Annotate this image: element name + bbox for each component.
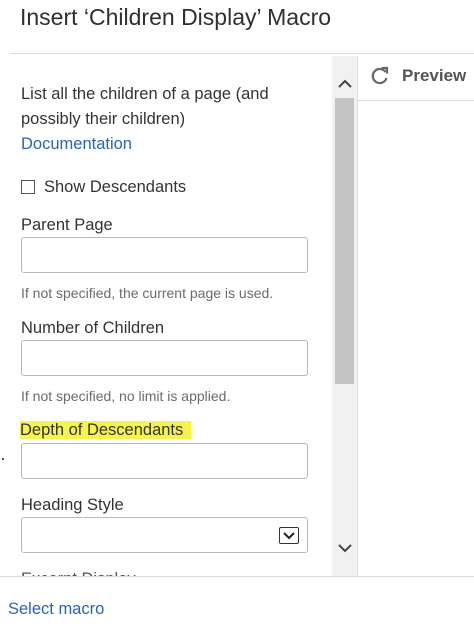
scroll-down-icon[interactable] [336, 539, 354, 557]
heading-style-label: Heading Style [21, 496, 124, 514]
dialog-title: Insert ‘Children Display’ Macro [20, 4, 332, 30]
form-scrollbar[interactable] [332, 56, 358, 576]
footer-divider [0, 576, 474, 577]
parent-page-label: Parent Page [21, 216, 113, 234]
excerpt-display-label: Excerpt Display [21, 568, 136, 576]
parent-page-hint: If not specified, the current page is us… [21, 285, 274, 301]
select-macro-link[interactable]: Select macro [8, 600, 104, 619]
stray-dot [2, 458, 4, 460]
header-divider [10, 53, 474, 54]
preview-pane-header: Preview [358, 56, 474, 101]
scrollbar-thumb[interactable] [335, 98, 354, 384]
depth-of-descendants-highlight: Depth of Descendants [20, 421, 192, 439]
macro-description: List all the children of a page (and pos… [21, 85, 269, 128]
number-of-children-input[interactable] [21, 340, 308, 376]
preview-label: Preview [402, 66, 467, 85]
scroll-up-icon[interactable] [336, 74, 354, 92]
chevron-down-icon[interactable] [279, 527, 299, 544]
show-descendants-option[interactable]: Show Descendants [21, 176, 186, 198]
depth-of-descendants-label: Depth of Descendants [20, 419, 192, 441]
macro-parameters-form: List all the children of a page (and pos… [0, 56, 332, 576]
preview-divider [357, 56, 358, 576]
heading-style-select[interactable] [21, 517, 308, 553]
documentation-link[interactable]: Documentation [21, 133, 132, 155]
number-of-children-label: Number of Children [21, 319, 165, 337]
refresh-icon [371, 66, 389, 85]
show-descendants-checkbox[interactable] [21, 180, 35, 194]
show-descendants-label: Show Descendants [44, 177, 187, 196]
number-of-children-hint: If not specified, no limit is applied. [21, 388, 231, 404]
preview-button[interactable]: Preview [370, 66, 466, 86]
depth-of-descendants-input[interactable] [21, 443, 308, 479]
parent-page-input[interactable] [21, 237, 308, 273]
